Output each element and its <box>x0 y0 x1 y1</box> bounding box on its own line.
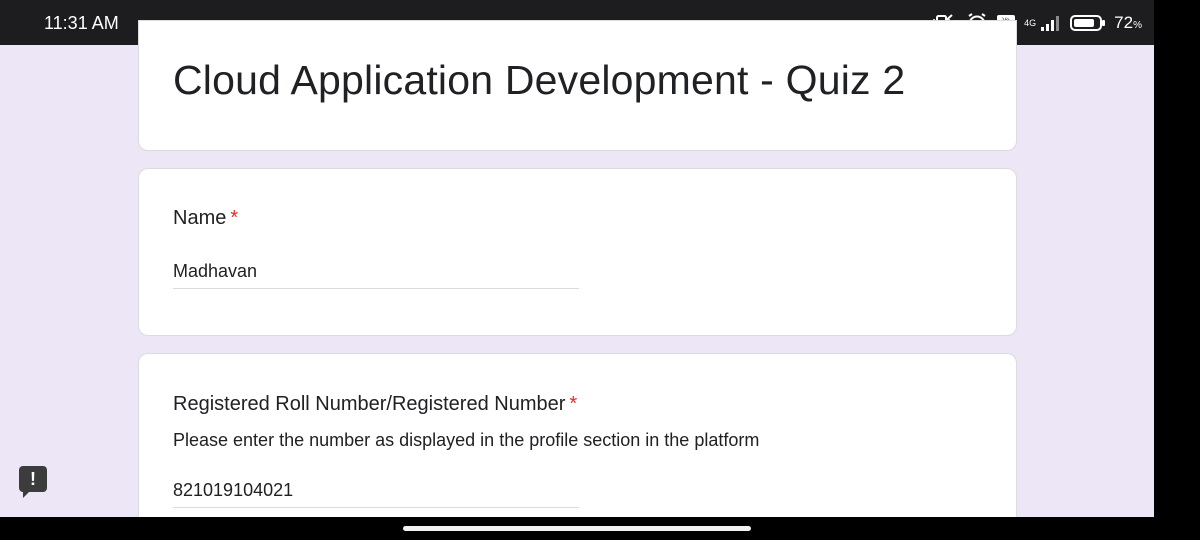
question-label-text: Registered Roll Number/Registered Number <box>173 393 566 415</box>
home-gesture-handle[interactable] <box>403 526 751 531</box>
alert-bubble-icon[interactable]: ! <box>19 466 47 498</box>
battery-percent-unit: % <box>1133 20 1142 31</box>
form-screen: 11:31 AM Vo LTE <box>0 0 1154 540</box>
question-label-text: Name <box>173 207 227 229</box>
battery-percent-value: 72 <box>1114 13 1134 32</box>
required-asterisk: * <box>230 207 239 229</box>
name-input[interactable] <box>173 261 579 289</box>
status-time: 11:31 AM <box>44 13 119 33</box>
question-card-roll-number: Registered Roll Number/Registered Number… <box>138 353 1017 540</box>
question-card-name: Name * <box>138 168 1017 336</box>
signal-icon <box>1040 14 1062 32</box>
question-label-roll-number: Registered Roll Number/Registered Number… <box>173 393 577 416</box>
roll-number-input[interactable] <box>173 480 579 508</box>
form-title: Cloud Application Development - Quiz 2 <box>173 57 906 103</box>
required-asterisk: * <box>569 393 578 415</box>
network-type: 4G <box>1024 17 1037 28</box>
network-label: 4G <box>1024 17 1037 28</box>
question-description: Please enter the number as displayed in … <box>173 430 760 450</box>
form-header-card: Cloud Application Development - Quiz 2 <box>138 20 1017 151</box>
battery-percent: 72% <box>1114 13 1142 33</box>
battery-icon <box>1070 14 1106 32</box>
question-label-name: Name * <box>173 207 238 230</box>
screen-edge <box>1154 0 1200 540</box>
